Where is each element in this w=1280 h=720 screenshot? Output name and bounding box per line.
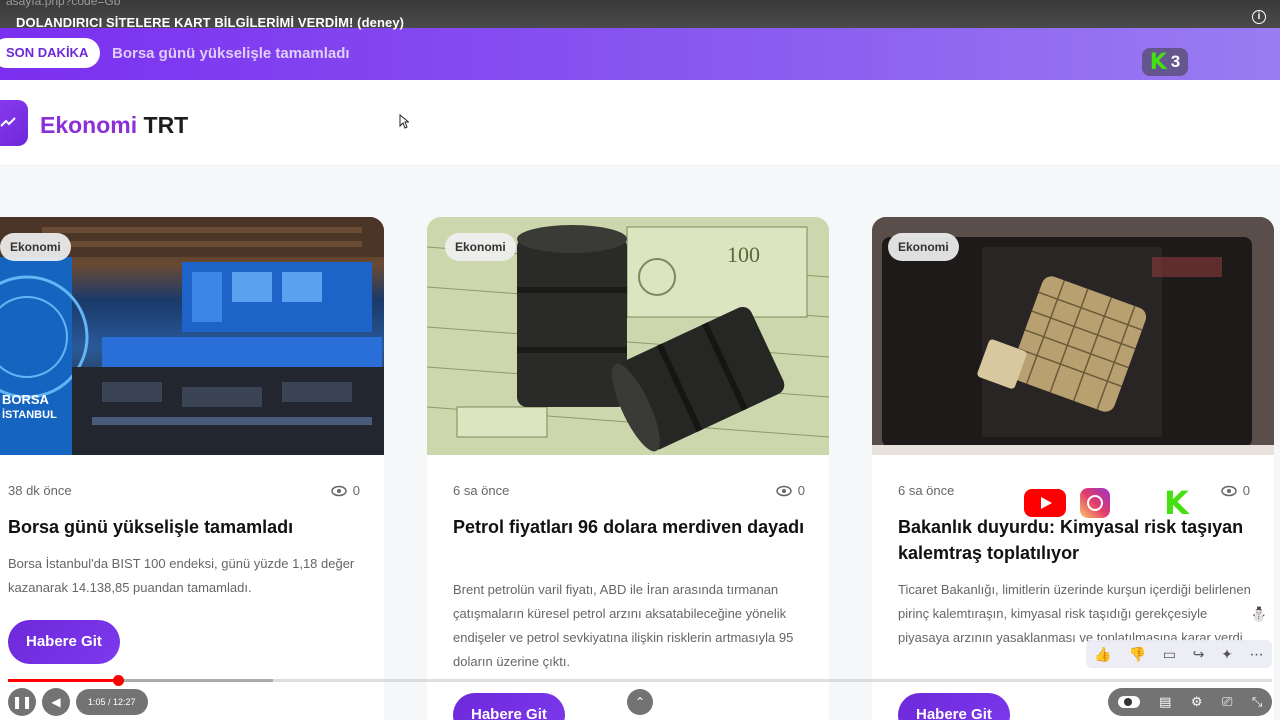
read-more-button[interactable]: Habere Git	[8, 620, 120, 664]
share-icon[interactable]: ↪	[1193, 646, 1205, 663]
buffered-progress	[117, 679, 274, 682]
published-time: 6 sa önce	[453, 483, 510, 498]
category-tag[interactable]: Ekonomi	[445, 233, 516, 261]
card-meta: 6 sa önce 0	[453, 483, 805, 498]
player-controls-left: ❚❚ ◀ 1:05 / 12:27	[8, 688, 148, 716]
view-count: 0	[776, 483, 805, 498]
k-logo-icon: K	[1149, 49, 1167, 75]
player-controls-right: ▤ ⚙ ⎚ ⤡	[1108, 688, 1272, 716]
breaking-news-headline[interactable]: Borsa günü yükselişle tamamladı	[112, 45, 350, 62]
mouse-cursor-icon	[399, 114, 409, 129]
screen: SON DAKİKA Borsa günü yükselişle tamamla…	[0, 0, 1280, 720]
category-tag[interactable]: Ekonomi	[0, 233, 71, 261]
svg-text:100: 100	[727, 242, 760, 267]
social-overlay: K	[1024, 484, 1189, 522]
news-description: Borsa İstanbul'da BIST 100 endeksi, günü…	[8, 556, 355, 595]
channel-badge-number: 3	[1170, 52, 1181, 71]
youtube-icon[interactable]	[1024, 489, 1066, 517]
chevron-up-icon[interactable]: ⌃	[627, 689, 653, 715]
published-time: 6 sa önce	[898, 483, 955, 498]
site-header: Ekonomi TRT	[0, 80, 1280, 166]
channel-badge[interactable]: K 3	[1142, 48, 1188, 76]
news-image-pencil-sharpener[interactable]: Ekonomi	[872, 217, 1274, 455]
news-image-stock-exchange[interactable]: BORSA İSTANBUL Ekonomi	[0, 217, 384, 455]
eye-icon	[1221, 485, 1237, 496]
sparkle-icon[interactable]: ✦	[1221, 646, 1233, 663]
brand-name-part2: TRT	[143, 112, 189, 138]
breaking-news-badge: SON DAKİKA	[0, 38, 101, 68]
image-text-istanbul: İSTANBUL	[2, 409, 57, 421]
brand-name-part1: Ekonomi	[40, 112, 138, 138]
comment-icon[interactable]: ▭	[1163, 646, 1176, 663]
dislike-icon[interactable]: 👎	[1129, 646, 1146, 663]
time-display: 1:05 / 12:27	[76, 689, 148, 715]
settings-icon[interactable]: ⚙	[1191, 694, 1203, 710]
news-image-oil-barrels[interactable]: 100 Ekonomi	[427, 217, 829, 455]
site-logo[interactable]: Ekonomi TRT	[40, 112, 188, 139]
mascot-icon: ⛄	[1250, 606, 1268, 622]
autoplay-toggle[interactable]	[1117, 696, 1140, 708]
info-icon[interactable]: i	[1252, 10, 1266, 24]
view-count-value: 0	[1242, 483, 1250, 498]
news-card[interactable]: 100 Ekonomi 6 sa önce 0 Petrol fiyatları…	[427, 217, 829, 720]
video-url-fragment: asayfa.php?code=Gb	[6, 0, 121, 8]
kick-icon[interactable]: K	[1164, 484, 1189, 522]
eye-icon	[331, 485, 347, 496]
view-count-value: 0	[352, 483, 360, 498]
cast-icon[interactable]: ⎚	[1222, 694, 1232, 710]
read-more-button[interactable]: Habere Git	[453, 693, 565, 720]
subtitles-icon[interactable]: ▤	[1159, 694, 1171, 710]
news-title[interactable]: Borsa günü yükselişle tamamladı	[8, 514, 364, 540]
card-meta: 38 dk önce 0	[8, 483, 360, 498]
trend-chart-icon[interactable]	[0, 100, 28, 146]
view-count-value: 0	[797, 483, 805, 498]
read-more-button[interactable]: Habere Git	[898, 693, 1010, 720]
breaking-news-bar: SON DAKİKA Borsa günü yükselişle tamamla…	[0, 28, 1280, 80]
view-count: 0	[1221, 483, 1250, 498]
news-title[interactable]: Petrol fiyatları 96 dolara merdiven daya…	[453, 514, 809, 540]
scrubber-handle[interactable]	[112, 675, 124, 686]
published-time: 38 dk önce	[8, 483, 72, 498]
view-count: 0	[331, 483, 360, 498]
instagram-icon[interactable]	[1080, 488, 1110, 518]
video-progress-bar[interactable]	[8, 675, 1272, 686]
eye-icon	[776, 485, 792, 496]
like-icon[interactable]: 👍	[1094, 646, 1111, 663]
more-icon[interactable]: ⋯	[1250, 646, 1264, 663]
video-title[interactable]: DOLANDIRICI SİTELERE KART BİLGİLERİMİ VE…	[16, 15, 404, 30]
volume-icon[interactable]: ◀	[42, 688, 70, 716]
news-card[interactable]: BORSA İSTANBUL Ekonomi 38 dk önce 0 Bors…	[0, 217, 384, 720]
video-top-bar: asayfa.php?code=Gb DOLANDIRICI SİTELERE …	[0, 0, 1280, 30]
played-progress	[8, 679, 118, 682]
news-description: Brent petrolün varil fiyatı, ABD ile İra…	[453, 582, 794, 669]
video-actions-bar: 👍 👎 ▭ ↪ ✦ ⋯	[1086, 640, 1272, 668]
category-tag[interactable]: Ekonomi	[888, 233, 959, 261]
image-text-borsa: BORSA	[2, 392, 49, 407]
pause-icon[interactable]: ❚❚	[8, 688, 36, 716]
fullscreen-exit-icon[interactable]: ⤡	[1252, 694, 1262, 710]
